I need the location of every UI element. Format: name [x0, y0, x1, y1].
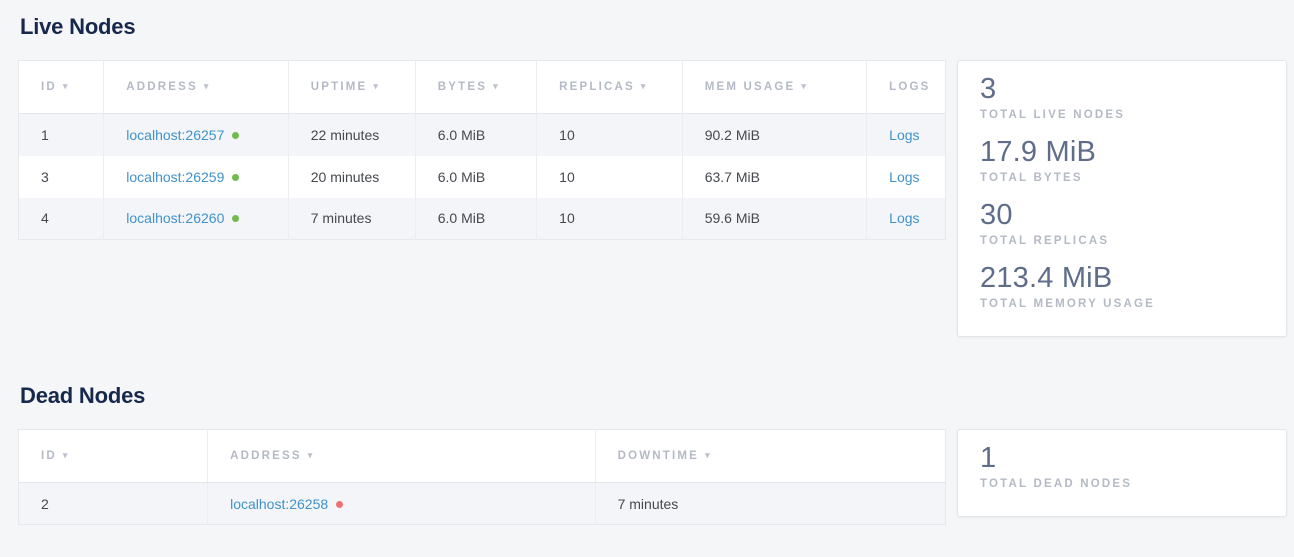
stat-label: TOTAL REPLICAS	[980, 235, 1268, 247]
cell-node-id: 3	[19, 156, 104, 198]
column-label: LOGS	[889, 81, 930, 93]
live-table-header-row: ID ▾ ADDRESS ▾ UPTIME ▾ BYTES ▾ REPLICAS ▾ ME…	[19, 61, 946, 114]
sort-arrow-icon: ▾	[493, 81, 500, 92]
cell-downtime: 7 minutes	[595, 483, 945, 525]
cell-node-id: 4	[19, 198, 104, 240]
column-label: UPTIME	[311, 81, 368, 93]
column-header-bytes[interactable]: BYTES ▾	[415, 61, 536, 114]
stat-value: 17.9 MiB	[980, 135, 1268, 170]
live-status-icon	[232, 215, 239, 222]
column-header-uptime[interactable]: UPTIME ▾	[288, 61, 415, 114]
column-label: DOWNTIME	[618, 450, 699, 462]
cell-node-address: localhost:26257	[104, 114, 288, 156]
stat-label: TOTAL BYTES	[980, 172, 1268, 184]
sort-arrow-icon: ▾	[801, 81, 808, 92]
dead-nodes-section: Dead Nodes ID ▾ ADDRESS ▾ DOWNTIME ▾	[18, 383, 1287, 525]
cluster-overview-page: Live Nodes ID ▾ ADDRESS ▾ UPTIME ▾ BYTES ▾	[0, 0, 1294, 525]
column-label: ADDRESS	[230, 450, 302, 462]
cell-mem-usage: 59.6 MiB	[682, 198, 866, 240]
column-label: ID	[41, 450, 57, 462]
cell-bytes: 6.0 MiB	[415, 156, 536, 198]
stat-label: TOTAL LIVE NODES	[980, 109, 1268, 121]
cell-bytes: 6.0 MiB	[415, 198, 536, 240]
live-nodes-section: Live Nodes ID ▾ ADDRESS ▾ UPTIME ▾ BYTES ▾	[18, 14, 1287, 337]
stat-value: 213.4 MiB	[980, 261, 1268, 296]
cell-bytes: 6.0 MiB	[415, 114, 536, 156]
stat-value: 30	[980, 198, 1268, 233]
cell-replicas: 10	[537, 156, 683, 198]
logs-link[interactable]: Logs	[889, 169, 919, 185]
cell-logs: Logs	[867, 198, 946, 240]
sort-arrow-icon: ▾	[641, 81, 648, 92]
sort-arrow-icon: ▾	[63, 450, 70, 461]
stat-total-replicas: 30 TOTAL REPLICAS	[980, 198, 1268, 247]
table-row: 2 localhost:26258 7 minutes	[19, 483, 946, 525]
sort-arrow-icon: ▾	[308, 450, 315, 461]
cell-mem-usage: 63.7 MiB	[682, 156, 866, 198]
cell-logs: Logs	[867, 114, 946, 156]
column-label: ID	[41, 81, 57, 93]
live-nodes-table: ID ▾ ADDRESS ▾ UPTIME ▾ BYTES ▾ REPLICAS ▾ ME…	[18, 60, 946, 240]
logs-link[interactable]: Logs	[889, 127, 919, 143]
cell-replicas: 10	[537, 198, 683, 240]
cell-uptime: 7 minutes	[288, 198, 415, 240]
cell-node-address: localhost:26260	[104, 198, 288, 240]
stat-value: 1	[980, 441, 1268, 476]
column-label: REPLICAS	[559, 81, 635, 93]
cell-node-id: 1	[19, 114, 104, 156]
column-label: ADDRESS	[126, 81, 198, 93]
dead-nodes-table: ID ▾ ADDRESS ▾ DOWNTIME ▾ 2 localhost:26258…	[18, 429, 946, 525]
column-label: BYTES	[438, 81, 487, 93]
live-nodes-body: ID ▾ ADDRESS ▾ UPTIME ▾ BYTES ▾ REPLICAS ▾ ME…	[18, 60, 1287, 337]
column-header-id[interactable]: ID ▾	[19, 430, 208, 483]
cell-uptime: 22 minutes	[288, 114, 415, 156]
stat-total-memory-usage: 213.4 MiB TOTAL MEMORY USAGE	[980, 261, 1268, 310]
cell-node-address: localhost:26259	[104, 156, 288, 198]
stat-total-bytes: 17.9 MiB TOTAL BYTES	[980, 135, 1268, 184]
node-address-link[interactable]: localhost:26258	[230, 496, 328, 512]
stat-total-dead-nodes: 1 TOTAL DEAD NODES	[980, 441, 1268, 490]
cell-node-id: 2	[19, 483, 208, 525]
sort-arrow-icon: ▾	[373, 81, 380, 92]
dead-status-icon	[336, 501, 343, 508]
column-header-address[interactable]: ADDRESS ▾	[208, 430, 595, 483]
stat-label: TOTAL DEAD NODES	[980, 478, 1268, 490]
stat-label: TOTAL MEMORY USAGE	[980, 298, 1268, 310]
live-status-icon	[232, 132, 239, 139]
cell-node-address: localhost:26258	[208, 483, 595, 525]
live-status-icon	[232, 174, 239, 181]
live-summary-panel: 3 TOTAL LIVE NODES 17.9 MiB TOTAL BYTES …	[957, 60, 1287, 337]
live-nodes-title: Live Nodes	[20, 14, 1287, 40]
cell-logs: Logs	[867, 156, 946, 198]
cell-uptime: 20 minutes	[288, 156, 415, 198]
node-address-link[interactable]: localhost:26260	[126, 210, 224, 226]
stat-total-live-nodes: 3 TOTAL LIVE NODES	[980, 72, 1268, 121]
sort-arrow-icon: ▾	[705, 450, 712, 461]
column-header-replicas[interactable]: REPLICAS ▾	[537, 61, 683, 114]
column-header-address[interactable]: ADDRESS ▾	[104, 61, 288, 114]
table-row: 1 localhost:26257 22 minutes 6.0 MiB 10 …	[19, 114, 946, 156]
dead-table-header-row: ID ▾ ADDRESS ▾ DOWNTIME ▾	[19, 430, 946, 483]
column-header-logs: LOGS	[867, 61, 946, 114]
node-address-link[interactable]: localhost:26259	[126, 169, 224, 185]
table-row: 3 localhost:26259 20 minutes 6.0 MiB 10 …	[19, 156, 946, 198]
node-address-link[interactable]: localhost:26257	[126, 127, 224, 143]
dead-nodes-body: ID ▾ ADDRESS ▾ DOWNTIME ▾ 2 localhost:26258…	[18, 429, 1287, 525]
dead-nodes-table-wrap: ID ▾ ADDRESS ▾ DOWNTIME ▾ 2 localhost:26258…	[18, 429, 946, 525]
logs-link[interactable]: Logs	[889, 210, 919, 226]
cell-mem-usage: 90.2 MiB	[682, 114, 866, 156]
sort-arrow-icon: ▾	[63, 81, 70, 92]
sort-arrow-icon: ▾	[204, 81, 211, 92]
column-header-downtime[interactable]: DOWNTIME ▾	[595, 430, 945, 483]
table-row: 4 localhost:26260 7 minutes 6.0 MiB 10 5…	[19, 198, 946, 240]
column-header-id[interactable]: ID ▾	[19, 61, 104, 114]
column-header-mem-usage[interactable]: MEM USAGE ▾	[682, 61, 866, 114]
dead-summary-panel: 1 TOTAL DEAD NODES	[957, 429, 1287, 517]
stat-value: 3	[980, 72, 1268, 107]
cell-replicas: 10	[537, 114, 683, 156]
dead-nodes-title: Dead Nodes	[20, 383, 1287, 409]
live-nodes-table-wrap: ID ▾ ADDRESS ▾ UPTIME ▾ BYTES ▾ REPLICAS ▾ ME…	[18, 60, 946, 240]
column-label: MEM USAGE	[705, 81, 796, 93]
